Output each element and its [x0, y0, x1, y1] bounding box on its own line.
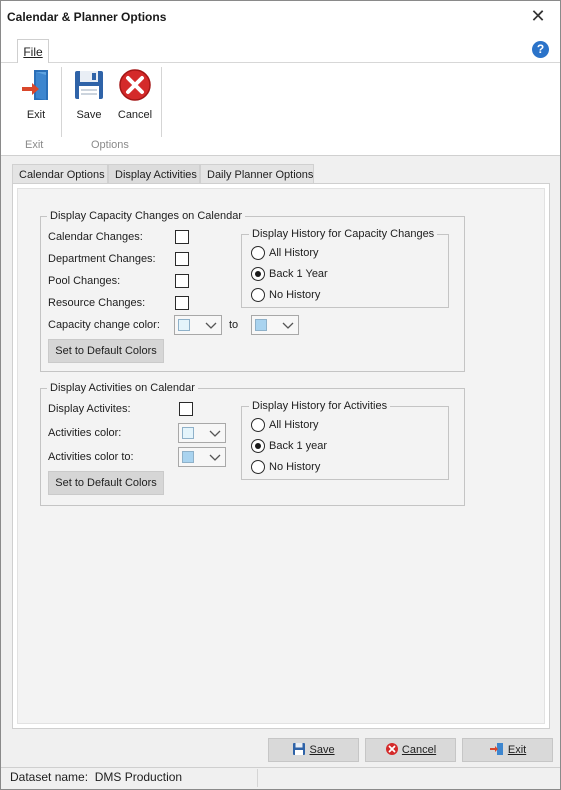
chevron-down-icon — [209, 430, 221, 437]
close-icon[interactable]: ✕ — [523, 4, 553, 30]
display-activities-label: Display Activites: — [48, 403, 131, 415]
capacity-history-1year-label: Back 1 Year — [269, 268, 328, 280]
calendar-changes-checkbox[interactable] — [175, 230, 189, 244]
activities-history-1year-radio[interactable] — [251, 439, 265, 453]
activities-history-none-label: No History — [269, 461, 321, 473]
save-ribbon-button[interactable]: Save — [68, 67, 110, 123]
activities-color-to-label: Activities color to: — [48, 451, 134, 463]
exit-button-label: Exit — [507, 744, 527, 756]
calendar-changes-label: Calendar Changes: — [48, 231, 143, 243]
status-separator — [257, 769, 258, 787]
dataset-name-text: Dataset name: DMS Production — [10, 770, 183, 784]
floppy-disk-icon — [293, 743, 306, 755]
capacity-default-colors-button[interactable]: Set to Default Colors — [48, 339, 164, 363]
cancel-ribbon-label: Cancel — [117, 109, 153, 121]
capacity-history-all-label: All History — [269, 247, 319, 259]
cancel-ribbon-button[interactable]: Cancel — [114, 67, 156, 123]
capacity-history-legend: Display History for Capacity Changes — [252, 228, 435, 240]
activities-default-colors-button[interactable]: Set to Default Colors — [48, 471, 164, 495]
capacity-group-legend: Display Capacity Changes on Calendar — [50, 210, 242, 222]
activities-history-legend: Display History for Activities — [252, 400, 388, 412]
capacity-to-label: to — [229, 319, 239, 331]
ribbon-group-options-label: Options — [91, 139, 129, 151]
department-changes-label: Department Changes: — [48, 253, 156, 265]
cancel-button[interactable]: Cancel — [365, 738, 456, 762]
resource-changes-label: Resource Changes: — [48, 297, 146, 309]
tab-file[interactable]: File — [17, 39, 49, 63]
activities-color-to-picker[interactable] — [178, 447, 226, 467]
department-changes-checkbox[interactable] — [175, 252, 189, 266]
tab-display-activities[interactable]: Display Activities — [108, 164, 200, 184]
window-title: Calendar & Planner Options — [7, 10, 167, 24]
chevron-down-icon — [209, 454, 221, 461]
exit-button[interactable]: Exit — [462, 738, 553, 762]
activities-color-label: Activities color: — [48, 427, 122, 439]
save-button[interactable]: Save — [268, 738, 359, 762]
exit-ribbon-button[interactable]: Exit — [15, 67, 57, 123]
activities-history-none-radio[interactable] — [251, 460, 265, 474]
ribbon-separator — [61, 67, 62, 137]
floppy-disk-icon — [75, 71, 103, 99]
options-window: Calendar & Planner Options ✕ File ? Exit… — [0, 0, 561, 790]
cancel-circle-icon — [385, 743, 398, 755]
exit-ribbon-label: Exit — [26, 109, 46, 121]
help-icon[interactable]: ? — [532, 41, 549, 58]
chevron-down-icon — [205, 322, 217, 329]
activities-color-picker[interactable] — [178, 423, 226, 443]
activities-history-all-label: All History — [269, 419, 319, 431]
capacity-color-from-picker[interactable] — [174, 315, 222, 335]
color-swatch — [178, 319, 190, 331]
save-button-label: Save — [309, 744, 335, 756]
tab-daily-planner-options[interactable]: Daily Planner Options — [200, 164, 314, 184]
color-swatch — [182, 451, 194, 463]
capacity-history-1year-radio[interactable] — [251, 267, 265, 281]
activities-history-1year-label: Back 1 year — [269, 440, 328, 452]
tab-file-label: File — [23, 45, 43, 59]
ribbon-group-exit-label: Exit — [25, 139, 44, 151]
ribbon-tab-strip — [1, 33, 560, 63]
activities-group-legend: Display Activities on Calendar — [50, 382, 195, 394]
activities-history-all-radio[interactable] — [251, 418, 265, 432]
cancel-button-label: Cancel — [401, 744, 437, 756]
color-swatch — [255, 319, 267, 331]
color-swatch — [182, 427, 194, 439]
ribbon-separator — [161, 67, 162, 137]
pool-changes-checkbox[interactable] — [175, 274, 189, 288]
chevron-down-icon — [282, 322, 294, 329]
capacity-color-to-picker[interactable] — [251, 315, 299, 335]
exit-door-icon — [489, 743, 503, 755]
capacity-history-all-radio[interactable] — [251, 246, 265, 260]
display-activities-checkbox[interactable] — [179, 402, 193, 416]
capacity-color-label: Capacity change color: — [48, 319, 160, 331]
save-ribbon-label: Save — [76, 109, 102, 121]
pool-changes-label: Pool Changes: — [48, 275, 121, 287]
cancel-circle-icon — [119, 69, 151, 101]
tab-calendar-options[interactable]: Calendar Options — [12, 164, 108, 184]
tab-strip: Calendar Options Display Activities Dail… — [12, 164, 322, 184]
capacity-history-none-label: No History — [269, 289, 321, 301]
resource-changes-checkbox[interactable] — [175, 296, 189, 310]
exit-door-icon — [22, 70, 48, 100]
capacity-history-none-radio[interactable] — [251, 288, 265, 302]
